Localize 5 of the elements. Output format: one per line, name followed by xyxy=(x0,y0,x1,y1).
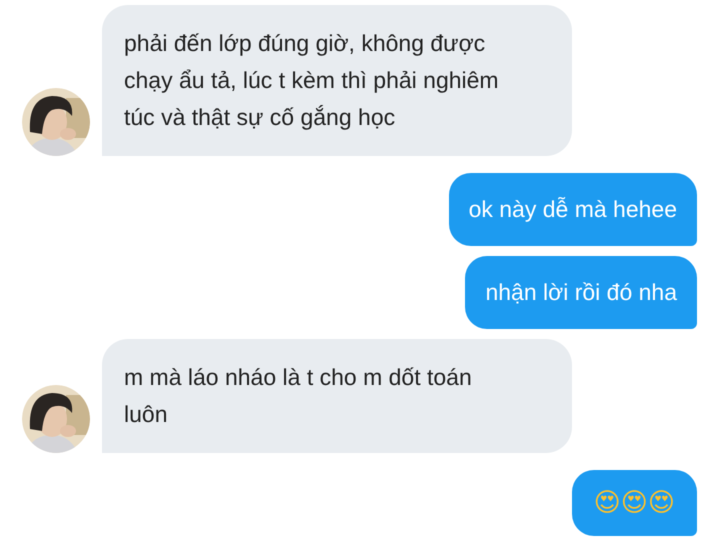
message-bubble: nhận lời rồi đó nha xyxy=(465,256,697,329)
message-bubble: 😍😍😍 xyxy=(572,470,697,536)
message-bubble: phải đến lớp đúng giờ, không được chạy ẩu tả, lúc t kèm thì phải nghiêm túc và thật sự cố gắng học xyxy=(102,5,572,156)
message-bubble: m mà láo nháo là t cho m dốt toán luôn xyxy=(102,339,572,453)
message-bubble: ok này dễ mà hehee xyxy=(448,173,697,246)
